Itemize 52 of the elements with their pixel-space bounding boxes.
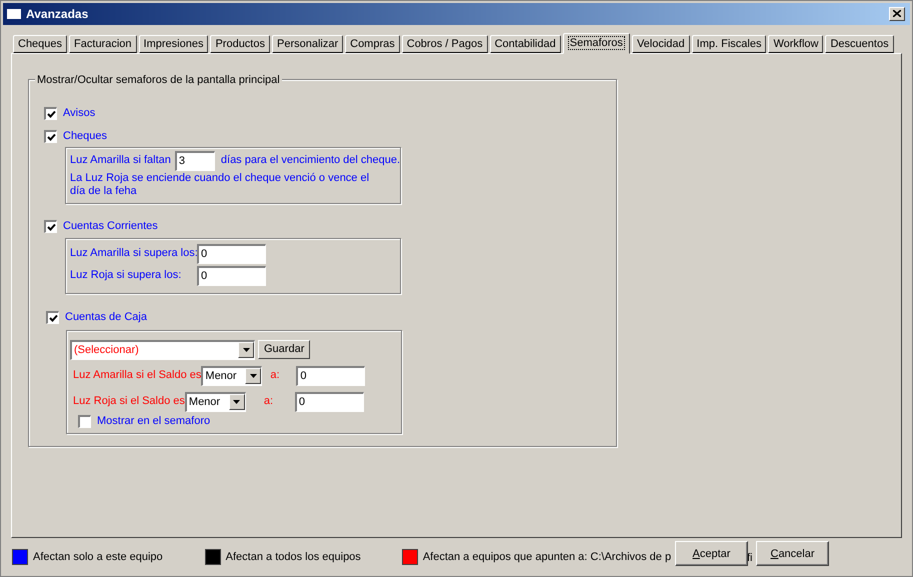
- checkbox[interactable]: [44, 107, 57, 120]
- legend-text: fi: [747, 551, 752, 566]
- field-label: días para el vencimiento del cheque.: [220, 153, 400, 168]
- legend-text: Afectan a equipos que apunten a: C:\Archivos de p: [422, 550, 672, 565]
- checkbox-label: Mostrar en el semaforo: [97, 414, 210, 430]
- input-field[interactable]: 3: [174, 150, 215, 171]
- dropdown[interactable]: Menor: [184, 392, 246, 412]
- checkbox[interactable]: [44, 220, 57, 234]
- tab[interactable]: Cobros / Pagos: [402, 34, 488, 53]
- field-label: Luz Roja si el Saldo es: [73, 394, 185, 410]
- checkbox[interactable]: [44, 130, 57, 144]
- checkbox-label: Cuentas de Caja: [65, 310, 147, 326]
- dropdown[interactable]: Menor: [201, 366, 262, 386]
- tab[interactable]: Imp. Fiscales: [692, 34, 766, 53]
- checkbox[interactable]: [46, 311, 59, 324]
- legend-text: Afectan solo a este equipo: [33, 550, 163, 565]
- checkbox[interactable]: [78, 415, 91, 428]
- dialog-button[interactable]: Aceptar: [675, 541, 748, 566]
- dropdown[interactable]: (Seleccionar): [70, 340, 255, 360]
- input-field[interactable]: 0: [197, 266, 266, 286]
- input-field[interactable]: 0: [294, 392, 364, 412]
- tab[interactable]: Contabilidad: [490, 34, 561, 53]
- field-label: Luz Amarilla si el Saldo es: [73, 368, 202, 384]
- tab[interactable]: Personalizar: [272, 34, 344, 53]
- dialog-button[interactable]: Cancelar: [756, 541, 829, 566]
- tab[interactable]: Cheques: [13, 34, 68, 53]
- window-title: Avanzadas: [26, 6, 90, 23]
- checkbox-label: Cuentas Corrientes: [63, 219, 158, 234]
- input-field[interactable]: 0: [296, 366, 366, 386]
- tab[interactable]: Semaforos: [562, 32, 630, 54]
- checkbox-label: Cheques: [63, 129, 108, 144]
- checkbox-label: Avisos: [63, 106, 96, 122]
- tab[interactable]: Velocidad: [632, 34, 690, 53]
- field-label: Luz Amarilla si supera los:: [70, 247, 198, 260]
- input-field[interactable]: 0: [197, 244, 266, 264]
- note-text: La Luz Roja se enciende cuando el cheque venció o vence el: [70, 172, 370, 185]
- note-text: día de la feha: [70, 184, 137, 198]
- close-icon: [893, 10, 901, 18]
- tab[interactable]: Impresiones: [138, 34, 208, 53]
- window-icon: [6, 8, 22, 20]
- close-button[interactable]: [889, 6, 905, 21]
- field-label: Luz Roja si supera los:: [70, 269, 182, 282]
- tab[interactable]: Workflow: [768, 34, 824, 53]
- field-label: Luz Amarilla si faltan: [70, 153, 171, 168]
- tab[interactable]: Compras: [345, 34, 400, 53]
- legend-text: Afectan a todos los equipos: [226, 550, 361, 565]
- tab[interactable]: Descuentos: [825, 34, 894, 53]
- tab[interactable]: Facturacion: [69, 34, 137, 53]
- save-button[interactable]: Guardar: [258, 340, 310, 360]
- field-label: a:: [264, 394, 274, 410]
- field-label: a:: [270, 368, 281, 384]
- tab[interactable]: Productos: [210, 34, 270, 53]
